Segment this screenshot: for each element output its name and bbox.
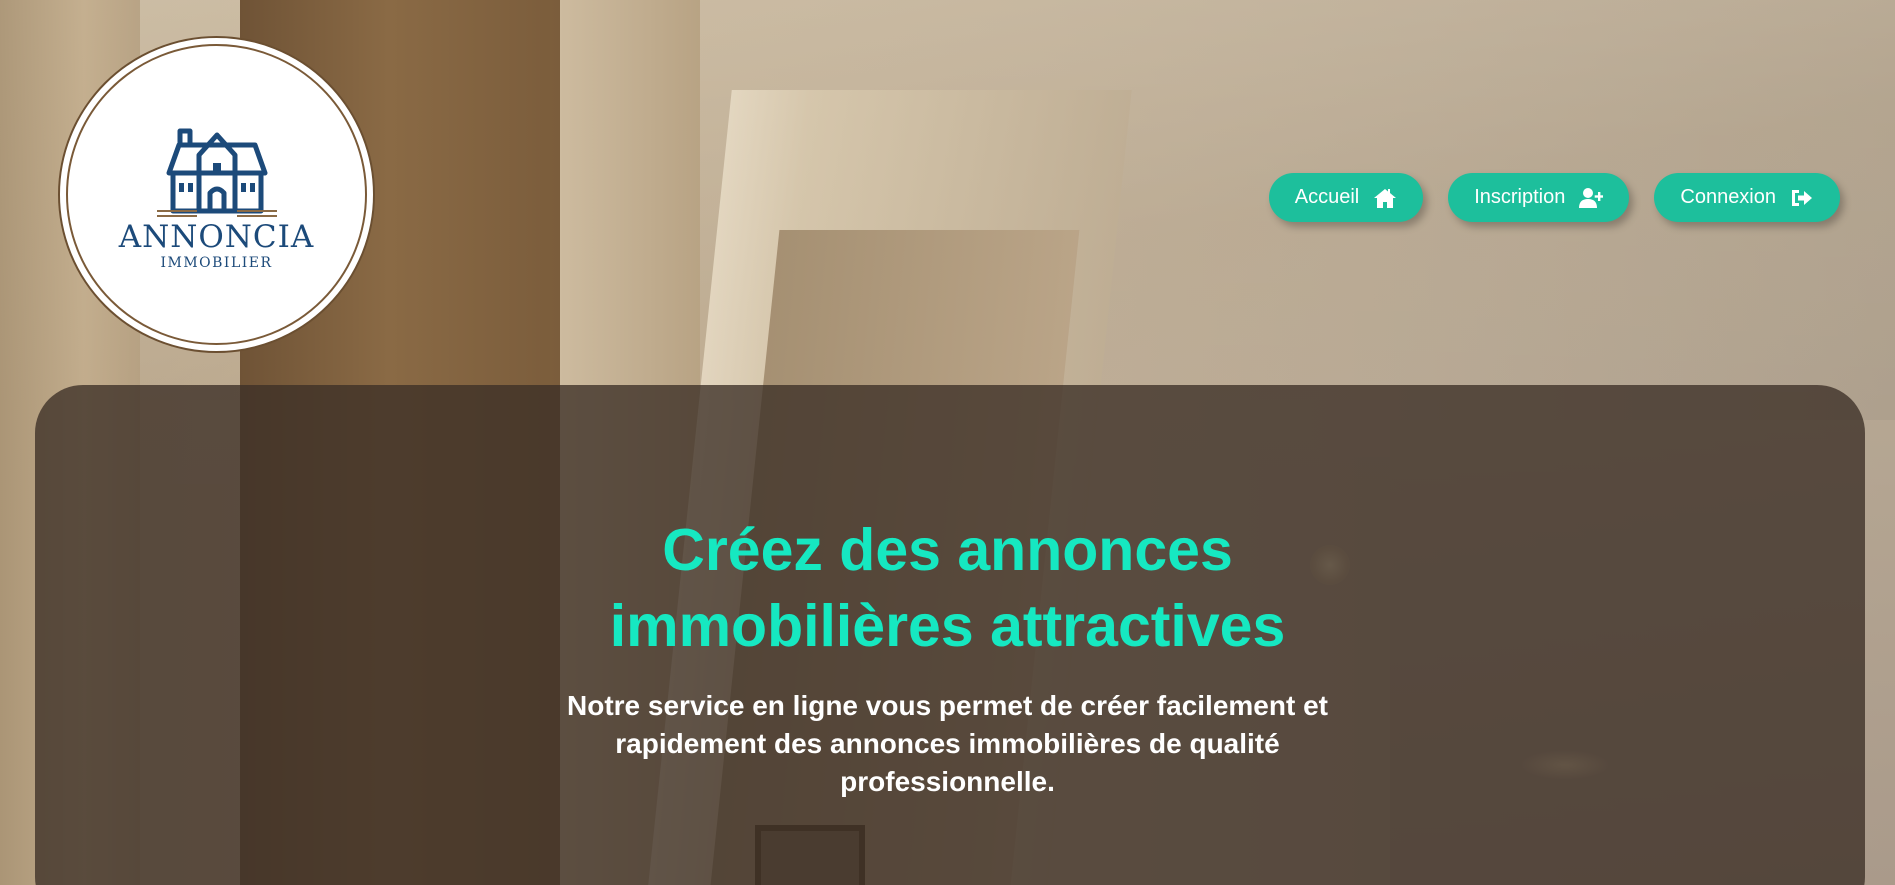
hero-title-line: Créez des annonces — [662, 517, 1233, 583]
nav-inscription-label: Inscription — [1474, 186, 1566, 208]
hero-text-line: rapidement des annonces immobilières de … — [615, 728, 1280, 759]
hero-description: Notre service en ligne vous permet de cr… — [0, 687, 1895, 801]
user-plus-icon — [1579, 187, 1604, 209]
nav-connexion-button[interactable]: Connexion — [1654, 173, 1840, 222]
logo-ring — [66, 44, 367, 345]
hero-title-line: immobilières attractives — [609, 593, 1286, 659]
hero-text-line: Notre service en ligne vous permet de cr… — [567, 690, 1328, 721]
nav-connexion-label: Connexion — [1680, 186, 1776, 208]
nav-accueil-button[interactable]: Accueil — [1268, 173, 1424, 222]
nav-accueil-label: Accueil — [1294, 186, 1360, 208]
site-logo[interactable]: ANNONCIA IMMOBILIER — [60, 38, 373, 351]
hero-title: Créez des annonces immobilières attracti… — [0, 512, 1895, 664]
home-icon — [1373, 187, 1397, 209]
hero-text-line: professionnelle. — [840, 766, 1055, 797]
sign-in-icon — [1790, 187, 1814, 209]
main-nav: Accueil Inscription Connexion — [1268, 173, 1840, 222]
nav-inscription-button[interactable]: Inscription — [1448, 173, 1630, 222]
